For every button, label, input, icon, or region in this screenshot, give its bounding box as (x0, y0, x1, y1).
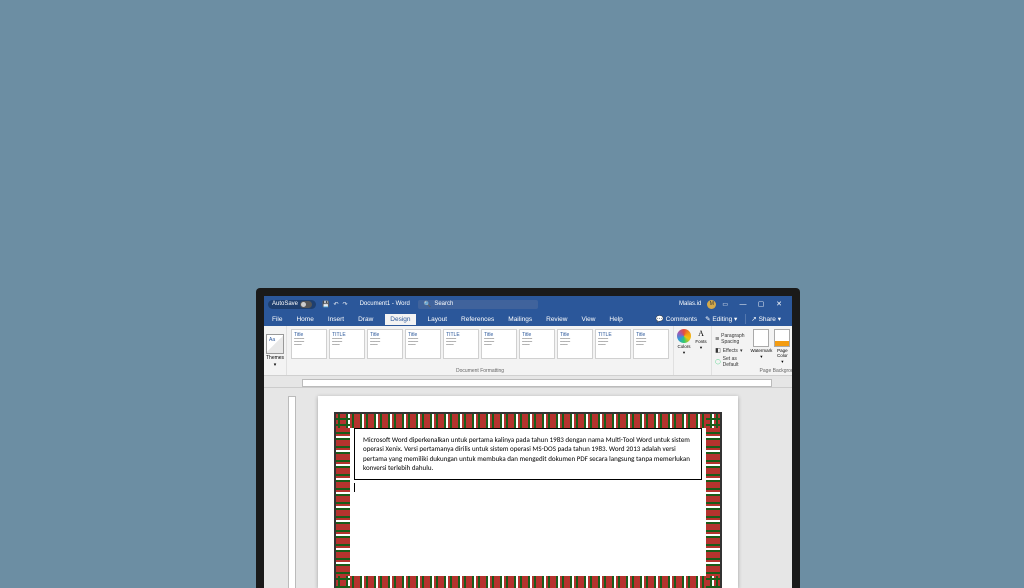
themes-icon (266, 334, 284, 354)
group-label: Page Background (748, 368, 792, 375)
share-button[interactable]: ↗ Share ▾ (745, 314, 786, 324)
avatar[interactable]: M (707, 300, 716, 309)
text-cursor (354, 483, 355, 492)
text-box[interactable]: Microsoft Word diperkenalkan untuk perta… (354, 428, 702, 480)
effects-button[interactable]: Effects ▾ (715, 347, 744, 354)
page-background-group: Watermark▾ Page Color▾ Page Borders Page… (748, 326, 792, 375)
document-area[interactable]: Microsoft Word diperkenalkan untuk perta… (264, 388, 792, 588)
paragraph-text[interactable]: Microsoft Word diperkenalkan untuk perta… (363, 435, 690, 472)
redo-icon[interactable]: ↷ (343, 301, 348, 308)
minimize-button[interactable]: — (734, 296, 752, 312)
monitor-frame: AutoSave 💾 ↶ ↷ Document1 - Word 🔍 Search… (256, 288, 800, 588)
ribbon-options-icon[interactable]: ▭ (722, 301, 728, 308)
style-preset[interactable]: Title▬▬▬▬▬▬▬▬▬▬▬ (481, 329, 517, 359)
tab-view[interactable]: View (579, 314, 597, 325)
close-button[interactable]: ✕ (770, 296, 788, 312)
quick-access-toolbar: 💾 ↶ ↷ (322, 301, 348, 308)
save-icon[interactable]: 💾 (322, 301, 329, 308)
username-label[interactable]: Malas.id (679, 301, 701, 307)
default-icon (715, 359, 721, 365)
horizontal-ruler[interactable] (264, 376, 792, 388)
style-preset[interactable]: Title▬▬▬▬▬▬▬▬▬▬▬ (367, 329, 403, 359)
page[interactable]: Microsoft Word diperkenalkan untuk perta… (318, 396, 738, 588)
themes-button[interactable]: Themes ▾ (264, 326, 287, 375)
art-page-border: Microsoft Word diperkenalkan untuk perta… (334, 412, 722, 588)
fonts-button[interactable]: AFonts▾ (693, 329, 709, 372)
watermark-icon (753, 329, 769, 347)
search-input[interactable]: 🔍 Search (418, 300, 538, 309)
search-placeholder: Search (434, 301, 453, 307)
word-window: AutoSave 💾 ↶ ↷ Document1 - Word 🔍 Search… (264, 296, 792, 588)
paragraph-spacing-button[interactable]: Paragraph Spacing (715, 333, 744, 345)
editing-button[interactable]: ✎ Editing ▾ (705, 315, 737, 323)
tab-file[interactable]: File (270, 314, 284, 325)
tab-home[interactable]: Home (294, 314, 315, 325)
style-preset[interactable]: Title▬▬▬▬▬▬▬▬▬▬▬ (291, 329, 327, 359)
page-color-button[interactable]: Page Color▾ (774, 329, 790, 365)
tab-review[interactable]: Review (544, 314, 569, 325)
effects-icon (715, 347, 721, 354)
maximize-button[interactable]: ▢ (752, 296, 770, 312)
colors-button[interactable]: Colors▾ (676, 329, 692, 372)
autosave-label: AutoSave (272, 301, 298, 307)
tab-insert[interactable]: Insert (326, 314, 346, 325)
style-preset[interactable]: Title▬▬▬▬▬▬▬▬▬▬▬ (557, 329, 593, 359)
style-preset[interactable]: TITLE▬▬▬▬▬▬▬▬▬▬▬ (443, 329, 479, 359)
group-label: Document Formatting (287, 368, 673, 375)
tab-layout[interactable]: Layout (426, 314, 450, 325)
tab-help[interactable]: Help (607, 314, 624, 325)
style-preset[interactable]: Title▬▬▬▬▬▬▬▬▬▬▬ (405, 329, 441, 359)
search-icon: 🔍 (424, 301, 431, 308)
style-preset[interactable]: TITLE▬▬▬▬▬▬▬▬▬▬▬ (595, 329, 631, 359)
menu-bar: File Home Insert Draw Design Layout Refe… (264, 312, 792, 326)
page-color-icon (774, 329, 790, 347)
tab-mailings[interactable]: Mailings (506, 314, 534, 325)
autosave-toggle[interactable]: AutoSave (268, 300, 316, 309)
style-preset[interactable]: TITLE▬▬▬▬▬▬▬▬▬▬▬ (329, 329, 365, 359)
ribbon: Themes ▾ Title▬▬▬▬▬▬▬▬▬▬▬ TITLE▬▬▬▬▬▬▬▬▬… (264, 326, 792, 376)
title-bar: AutoSave 💾 ↶ ↷ Document1 - Word 🔍 Search… (264, 296, 792, 312)
undo-icon[interactable]: ↶ (334, 301, 339, 308)
colors-icon (677, 329, 691, 343)
set-as-default-button[interactable]: Set as Default (715, 356, 744, 368)
fonts-icon: A (698, 329, 704, 338)
document-formatting-group: Title▬▬▬▬▬▬▬▬▬▬▬ TITLE▬▬▬▬▬▬▬▬▬▬▬ Title▬… (287, 326, 674, 375)
style-preset[interactable]: Title▬▬▬▬▬▬▬▬▬▬▬ (519, 329, 555, 359)
comments-button[interactable]: 💬 Comments (656, 315, 697, 323)
chevron-down-icon: ▾ (274, 362, 277, 368)
paragraph-spacing-icon (715, 336, 719, 343)
watermark-button[interactable]: Watermark▾ (751, 329, 773, 365)
document-title: Document1 - Word (360, 301, 410, 307)
toggle-off-icon (300, 301, 312, 308)
vertical-ruler[interactable] (288, 396, 296, 588)
style-preset[interactable]: Title▬▬▬▬▬▬▬▬▬▬▬ (633, 329, 669, 359)
tab-design[interactable]: Design (385, 314, 415, 325)
tab-draw[interactable]: Draw (356, 314, 375, 325)
tab-references[interactable]: References (459, 314, 496, 325)
style-gallery[interactable]: Title▬▬▬▬▬▬▬▬▬▬▬ TITLE▬▬▬▬▬▬▬▬▬▬▬ Title▬… (287, 326, 673, 368)
